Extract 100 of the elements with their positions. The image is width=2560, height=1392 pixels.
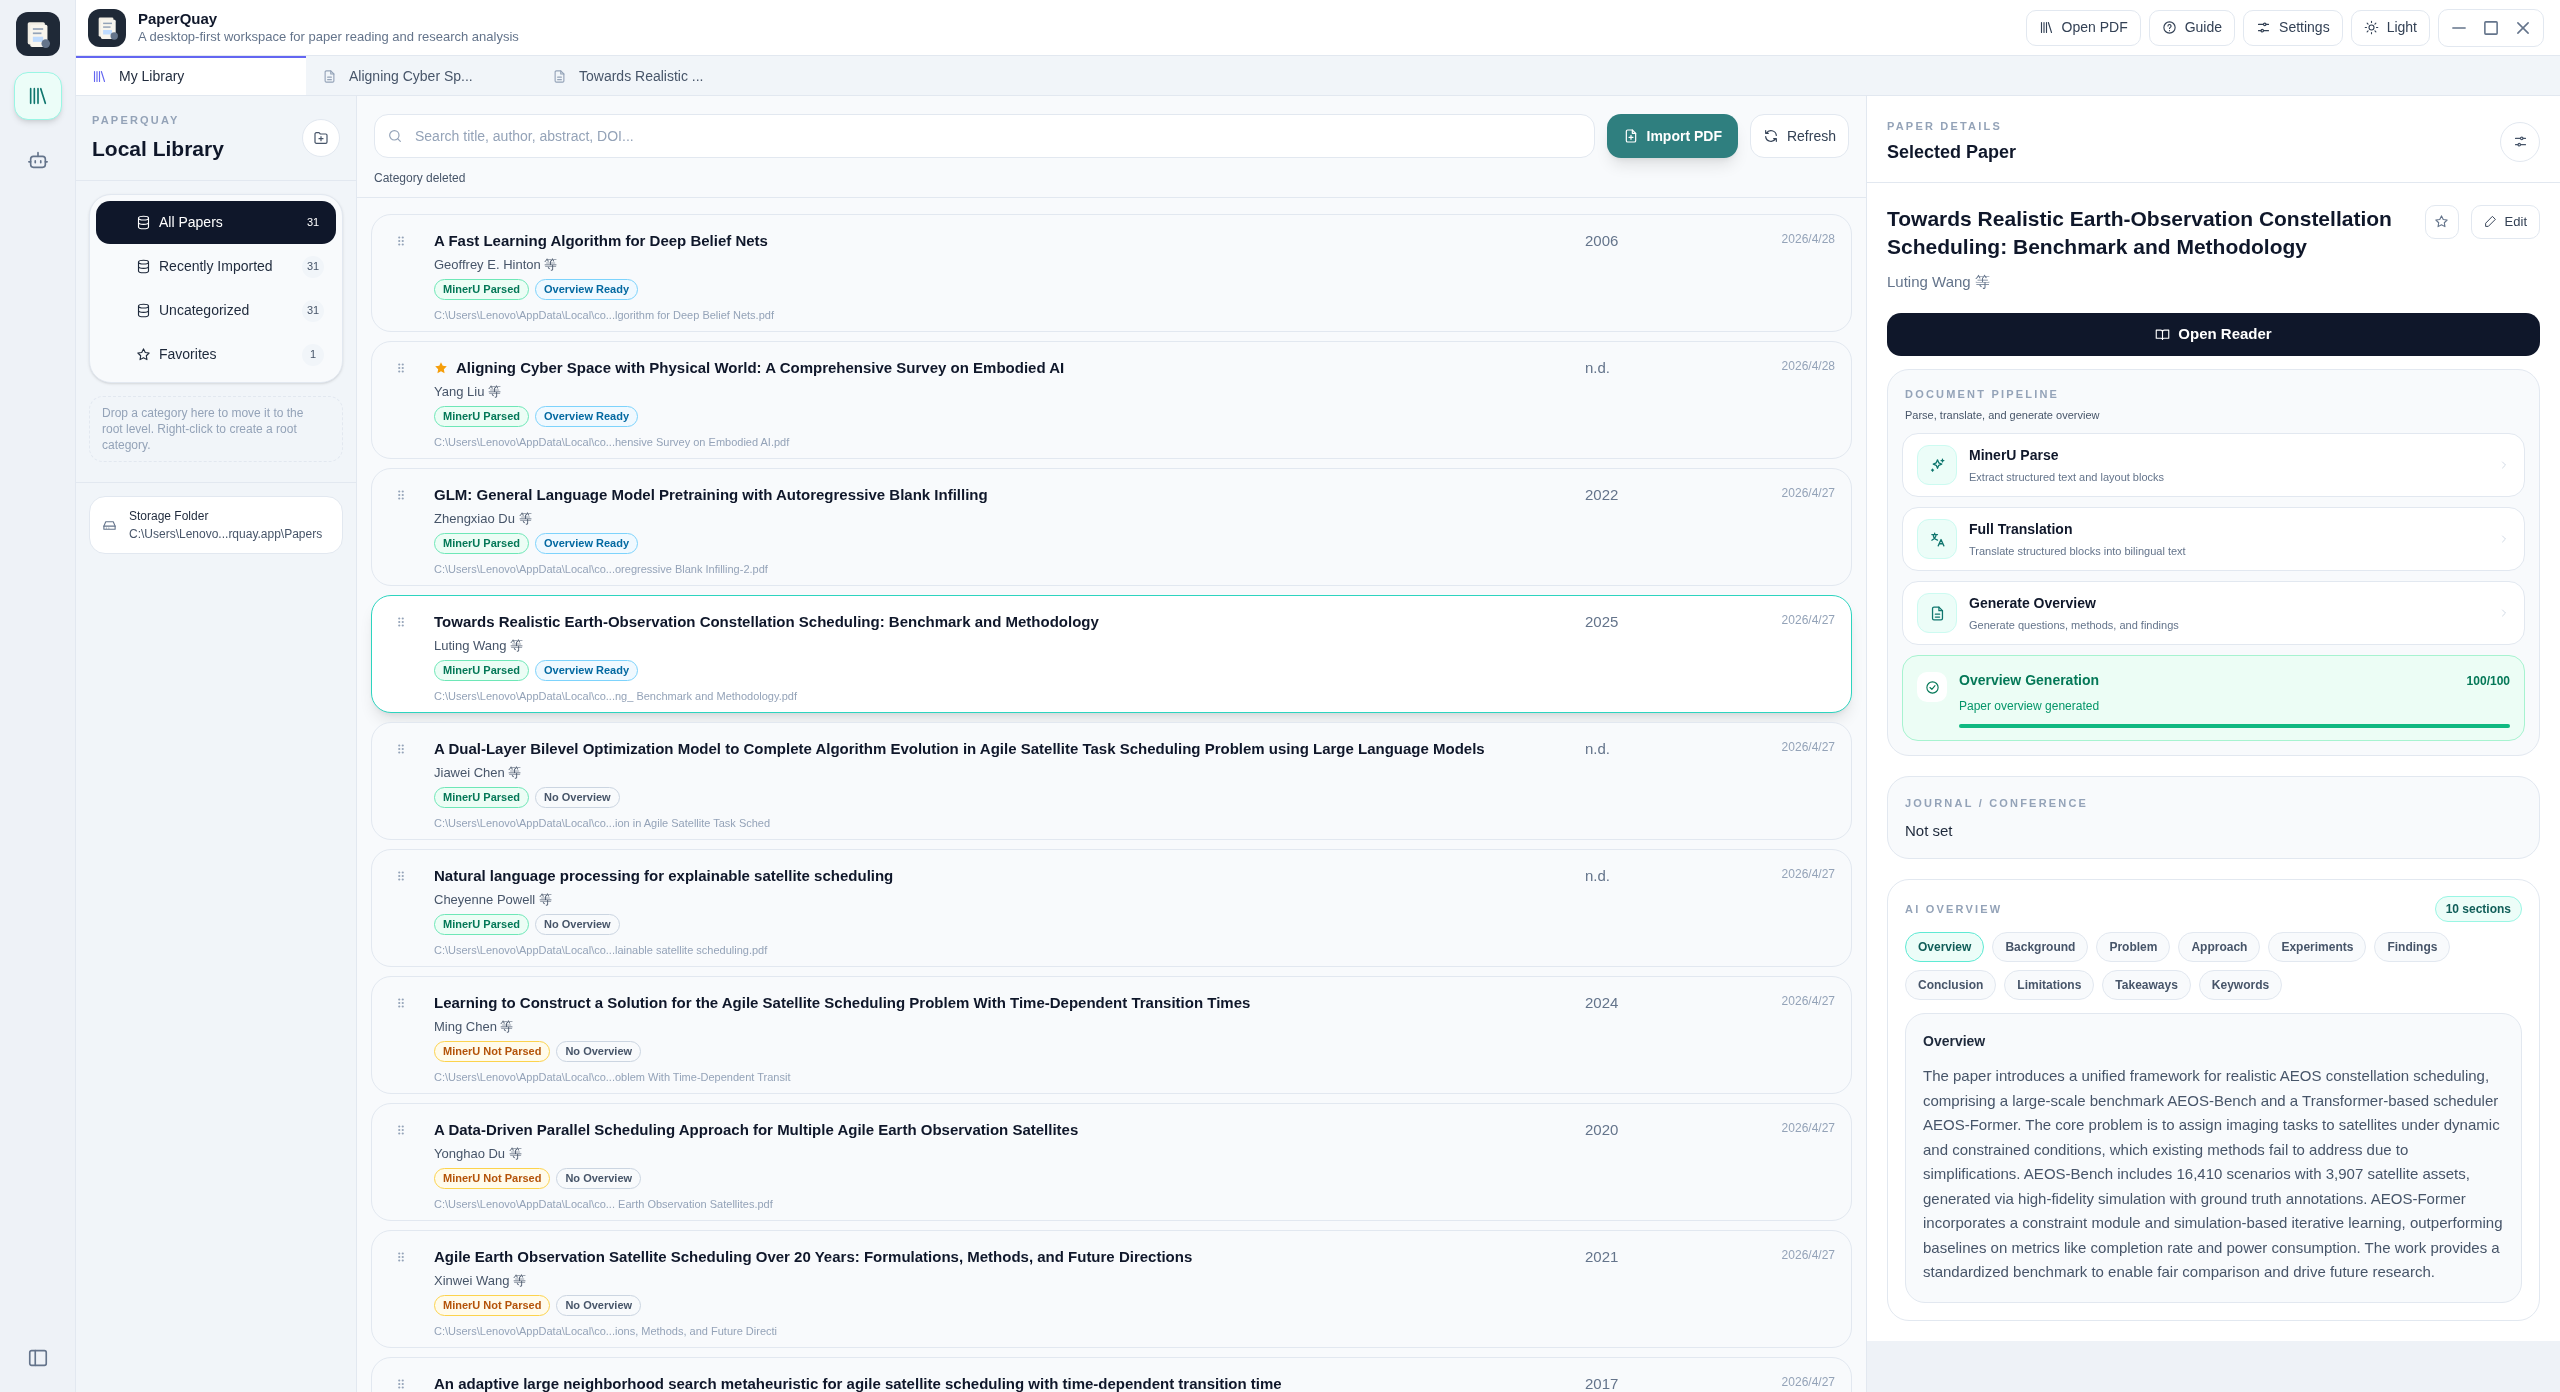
category-item[interactable]: Recently Imported 31 bbox=[96, 245, 336, 288]
category-label: Recently Imported bbox=[159, 257, 274, 276]
rail-library-button[interactable] bbox=[13, 72, 62, 120]
paper-title: Natural language processing for explainable satellite scheduling bbox=[434, 866, 894, 886]
section-eyebrow: DOCUMENT PIPELINE bbox=[1904, 387, 2061, 402]
paper-card[interactable]: An adaptive large neighborhood search metaheuristic for agile satellite scheduling with time-dependent transition time 2017 2026/4/27 bbox=[371, 1357, 1852, 1392]
import-date: 2026/4/28 bbox=[1780, 231, 1835, 248]
section-chip[interactable]: Background bbox=[1992, 932, 2089, 962]
import-pdf-button[interactable]: Import PDF bbox=[1606, 114, 1738, 158]
section-chip[interactable]: Findings bbox=[2374, 932, 2451, 962]
settings-icon bbox=[2256, 20, 2272, 35]
document-icon bbox=[552, 69, 567, 84]
document-tab[interactable]: Aligning Cyber Sp... bbox=[306, 56, 536, 95]
paper-year: n.d. bbox=[1585, 739, 1612, 759]
import-date: 2026/4/28 bbox=[1780, 358, 1835, 375]
paper-year: n.d. bbox=[1585, 866, 1612, 886]
app-subtitle: A desktop-first workspace for paper reading and research analysis bbox=[138, 28, 519, 45]
new-folder-button[interactable] bbox=[302, 119, 340, 157]
paper-year: 2017 bbox=[1585, 1374, 1620, 1392]
refresh-icon bbox=[1762, 128, 1779, 144]
check-circle-icon bbox=[1924, 679, 1940, 695]
file-path: C:\Users\Lenovo\AppData\Local\co...ions, Methods, and Future Directi bbox=[434, 1324, 778, 1339]
open-reader-button[interactable]: Open Reader bbox=[1887, 313, 2540, 356]
category-item[interactable]: Favorites 1 bbox=[96, 333, 336, 376]
section-chip[interactable]: Takeaways bbox=[2102, 970, 2191, 1000]
paper-authors: Luting Wang 等 bbox=[434, 636, 525, 655]
minimize-icon bbox=[2452, 26, 2466, 29]
status-tag: Overview Ready bbox=[535, 660, 639, 681]
category-label: Favorites bbox=[159, 345, 218, 364]
content-title: Overview bbox=[1923, 1032, 1987, 1051]
guide-button[interactable]: Guide bbox=[2148, 9, 2236, 46]
status-tag: MinerU Parsed bbox=[434, 533, 530, 554]
paper-title: Aligning Cyber Space with Physical World: A Comprehensive Survey on Embodied AI bbox=[456, 358, 1065, 378]
storage-path: C:\Users\Lenovo...rquay.app\Papers bbox=[129, 526, 323, 543]
storage-label: Storage Folder bbox=[129, 508, 210, 525]
import-date: 2026/4/27 bbox=[1780, 1374, 1835, 1391]
pipeline-step[interactable]: Full Translation Translate structured blocks into bilingual text bbox=[1902, 507, 2525, 571]
category-item[interactable]: All Papers 31 bbox=[96, 201, 336, 244]
section-subtitle: Parse, translate, and generate overview bbox=[1904, 407, 2101, 423]
document-icon bbox=[322, 69, 337, 84]
books-icon bbox=[2038, 20, 2054, 35]
close-button[interactable] bbox=[2515, 19, 2531, 36]
paper-title: Agile Earth Observation Satellite Scheduling Over 20 Years: Formulations, Methods, and Future Directions bbox=[434, 1247, 1193, 1267]
sections-badge: 10 sections bbox=[2434, 896, 2522, 922]
pipeline-step[interactable]: Generate Overview Generate questions, methods, and findings bbox=[1902, 581, 2525, 645]
theme-button[interactable]: Light bbox=[2350, 9, 2430, 46]
section-eyebrow: PAPER DETAILS bbox=[1887, 119, 2003, 134]
pencil-icon bbox=[2483, 215, 2497, 228]
status-tag: No Overview bbox=[535, 914, 620, 935]
file-path: C:\Users\Lenovo\AppData\Local\co...lainable satellite scheduling.pdf bbox=[434, 943, 769, 958]
paper-authors: Yonghao Du 等 bbox=[434, 1144, 523, 1163]
paper-year: 2006 bbox=[1585, 231, 1620, 251]
edit-button[interactable]: Edit bbox=[2470, 204, 2540, 239]
open-pdf-button[interactable]: Open PDF bbox=[2025, 9, 2141, 46]
paper-title: A Data-Driven Parallel Scheduling Approach for Multiple Agile Earth Observation Satellites bbox=[434, 1120, 1079, 1140]
paper-card[interactable] bbox=[371, 595, 1852, 713]
category-label: All Papers bbox=[159, 213, 224, 232]
paper-year: 2025 bbox=[1585, 612, 1620, 632]
favorite-button[interactable] bbox=[2424, 204, 2459, 239]
file-path: C:\Users\Lenovo\AppData\Local\co...hensive Survey on Embodied AI.pdf bbox=[434, 435, 791, 450]
step-description: Extract structured text and layout blocks bbox=[1969, 469, 2166, 485]
paper-card[interactable]: A Fast Learning Algorithm for Deep Belief Nets Geoffrey E. Hinton 等 MinerU Parsed Overview Ready C:\Users\Lenovo\AppData\Local\co...lgorithm for Deep Belief Nets.pdf 2006 2026/4/28 bbox=[371, 214, 1852, 332]
pipeline-step[interactable]: MinerU Parse Extract structured text and layout blocks bbox=[1902, 433, 2525, 497]
status-tag: No Overview bbox=[556, 1295, 642, 1316]
panel-title: Selected Paper bbox=[1887, 140, 2018, 164]
refresh-button[interactable]: Refresh bbox=[1749, 114, 1849, 158]
document-tab[interactable]: Towards Realistic ... bbox=[536, 56, 766, 95]
paper-title: A Dual-Layer Bilevel Optimization Model to Complete Algorithm Evolution in Agile Satellite Task Scheduling Problem using Large Language Models bbox=[434, 739, 1485, 759]
paper-authors: Geoffrey E. Hinton 等 bbox=[434, 255, 559, 274]
status-tag: Overview Ready bbox=[535, 279, 639, 300]
section-eyebrow: JOURNAL / CONFERENCE bbox=[1905, 796, 2090, 811]
file-path: C:\Users\Lenovo\AppData\Local\co...oblem With Time-Dependent Transit bbox=[434, 1070, 792, 1085]
section-chip[interactable]: Experiments bbox=[2268, 932, 2367, 962]
paper-count: 31 bbox=[302, 299, 324, 322]
paper-authors: Xinwei Wang 等 bbox=[434, 1271, 527, 1290]
paper-year: 2021 bbox=[1585, 1247, 1620, 1267]
search-field[interactable]: Search title, author, abstract, DOI... bbox=[374, 114, 1595, 158]
paper-title: An adaptive large neighborhood search metaheuristic for agile satellite scheduling with time-dependent transition time bbox=[434, 1374, 1282, 1392]
file-path: C:\Users\Lenovo\AppData\Local\co...ng_ Benchmark and Methodology.pdf bbox=[434, 689, 798, 704]
maximize-button[interactable] bbox=[2483, 19, 2499, 36]
section-chip[interactable]: Conclusion bbox=[1905, 970, 1997, 1000]
paper-count: 31 bbox=[305, 215, 321, 231]
section-chip[interactable]: Overview bbox=[1905, 932, 1985, 962]
section-chip[interactable]: Limitations bbox=[2004, 970, 2095, 1000]
paper-year: 2024 bbox=[1585, 993, 1620, 1013]
file-path: C:\Users\Lenovo\AppData\Local\co...lgorithm for Deep Belief Nets.pdf bbox=[434, 308, 775, 323]
import-date: 2026/4/27 bbox=[1780, 993, 1835, 1010]
status-tag: MinerU Parsed bbox=[434, 279, 530, 300]
settings-button[interactable]: Settings bbox=[2243, 9, 2343, 46]
document-tab[interactable]: My Library bbox=[76, 56, 306, 95]
paper-count: 31 bbox=[302, 255, 324, 278]
step-description: Generate questions, methods, and findings bbox=[1969, 617, 2180, 633]
app-logo-icon bbox=[15, 12, 60, 56]
section-chip[interactable]: Keywords bbox=[2198, 970, 2283, 1000]
status-tag: Overview Ready bbox=[535, 406, 639, 427]
search-icon bbox=[387, 128, 403, 144]
section-chip[interactable]: Approach bbox=[2178, 932, 2261, 962]
section-chip[interactable]: Problem bbox=[2096, 932, 2171, 962]
paper-card[interactable]: Natural language processing for explainable satellite scheduling Cheyenne Powell 等 MinerU Parsed No Overview C:\Users\Lenovo\AppData\Local\co...lainable satellite scheduling.pdf n.d. 2026/4/27 bbox=[371, 849, 1852, 967]
category-item[interactable]: Uncategorized 31 bbox=[96, 289, 336, 332]
